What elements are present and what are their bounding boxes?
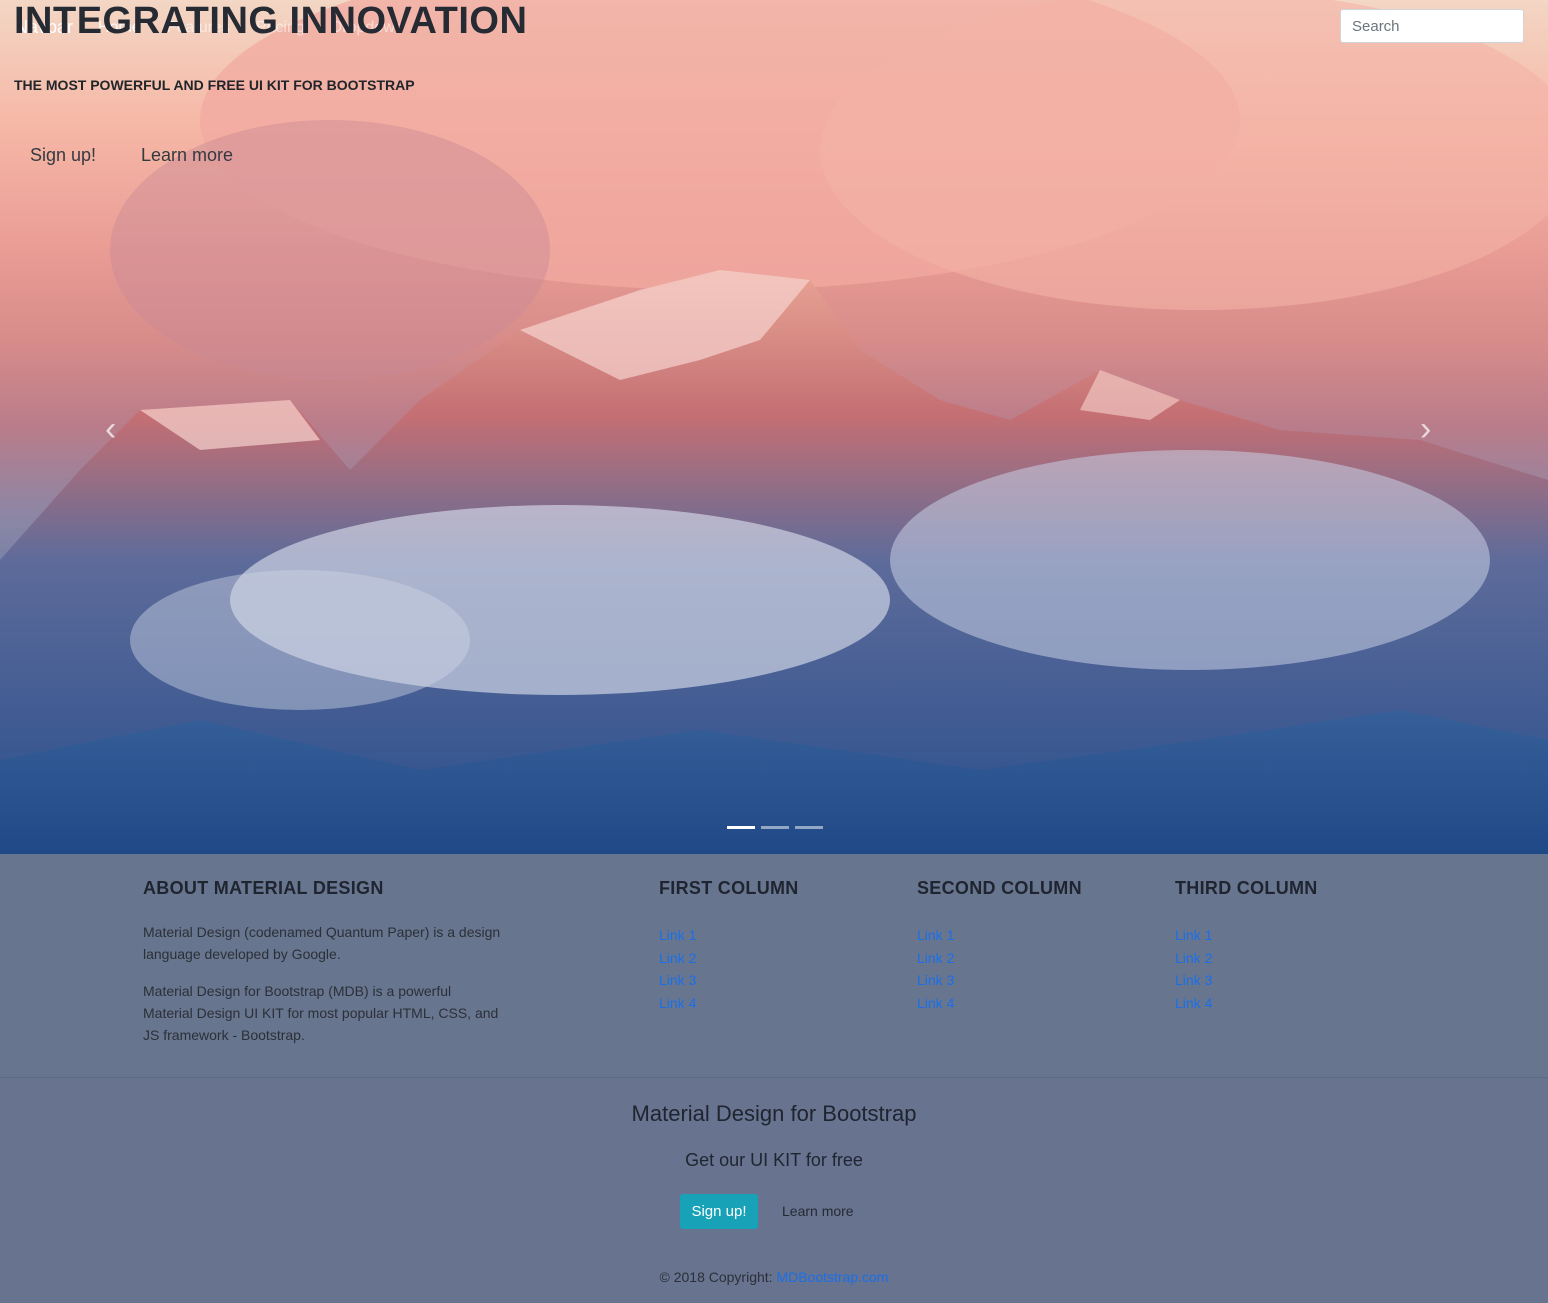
footer-link[interactable]: Link 2: [917, 947, 1082, 970]
footer-link[interactable]: Link 3: [659, 969, 799, 992]
hero-title: INTEGRATING INNOVATION: [14, 0, 528, 42]
footer-link[interactable]: Link 1: [659, 924, 799, 947]
carousel-indicators: [727, 826, 823, 829]
footer-links-section: ABOUT MATERIAL DESIGN Material Design (c…: [0, 854, 1548, 1078]
footer-link[interactable]: Link 4: [659, 992, 799, 1015]
carousel-indicator-2[interactable]: [761, 826, 789, 829]
footer-link[interactable]: Link 1: [917, 924, 1082, 947]
hero-signup-button[interactable]: Sign up!: [30, 145, 96, 166]
copyright-text: © 2018 Copyright:: [659, 1269, 777, 1285]
footer-link[interactable]: Link 4: [1175, 992, 1318, 1015]
carousel-indicator-3[interactable]: [795, 826, 823, 829]
footer-cta-title: Material Design for Bootstrap: [631, 1101, 917, 1126]
chevron-right-icon[interactable]: ›: [1420, 412, 1431, 446]
copyright-link[interactable]: MDBootstrap.com: [776, 1269, 888, 1285]
footer-about-text: Material Design for Bootstrap (MDB) is a…: [143, 983, 499, 1043]
footer-link[interactable]: Link 3: [1175, 969, 1318, 992]
carousel-indicator-1[interactable]: [727, 826, 755, 829]
footer-column-third: THIRD COLUMN Link 1 Link 2 Link 3 Link 4: [1175, 878, 1318, 1014]
footer-column-second: SECOND COLUMN Link 1 Link 2 Link 3 Link …: [917, 878, 1082, 1014]
footer-link[interactable]: Link 2: [1175, 947, 1318, 970]
footer-cta-section: Material Design for Bootstrap Get our UI…: [0, 1078, 1548, 1303]
footer-link[interactable]: Link 4: [917, 992, 1082, 1015]
footer-link[interactable]: Link 3: [917, 969, 1082, 992]
footer-column-title: SECOND COLUMN: [917, 878, 1082, 898]
hero-subtitle: THE MOST POWERFUL AND FREE UI KIT FOR BO…: [14, 77, 415, 93]
hero-carousel: Navbar Home Features Pricing Dropdown IN…: [0, 0, 1548, 854]
footer-link[interactable]: Link 1: [1175, 924, 1318, 947]
footer-cta-subtitle: Get our UI KIT for free: [685, 1150, 863, 1170]
footer-about-title: ABOUT MATERIAL DESIGN: [143, 878, 384, 898]
footer-link[interactable]: Link 2: [659, 947, 799, 970]
search-input[interactable]: [1340, 9, 1524, 43]
footer-learn-more-button[interactable]: Learn more: [782, 1203, 854, 1219]
footer-about: ABOUT MATERIAL DESIGN Material Design (c…: [143, 878, 503, 1046]
footer-column-title: FIRST COLUMN: [659, 878, 799, 898]
footer-column-title: THIRD COLUMN: [1175, 878, 1318, 898]
footer-about-text: Material Design (codenamed Quantum Paper…: [143, 924, 501, 962]
hero-learn-more-button[interactable]: Learn more: [141, 145, 233, 166]
footer-signup-button[interactable]: Sign up!: [680, 1194, 758, 1229]
footer-column-first: FIRST COLUMN Link 1 Link 2 Link 3 Link 4: [659, 878, 799, 1014]
copyright: © 2018 Copyright: MDBootstrap.com: [0, 1269, 1548, 1285]
mountain-background-image: [0, 0, 1548, 854]
chevron-left-icon[interactable]: ‹: [105, 412, 116, 446]
